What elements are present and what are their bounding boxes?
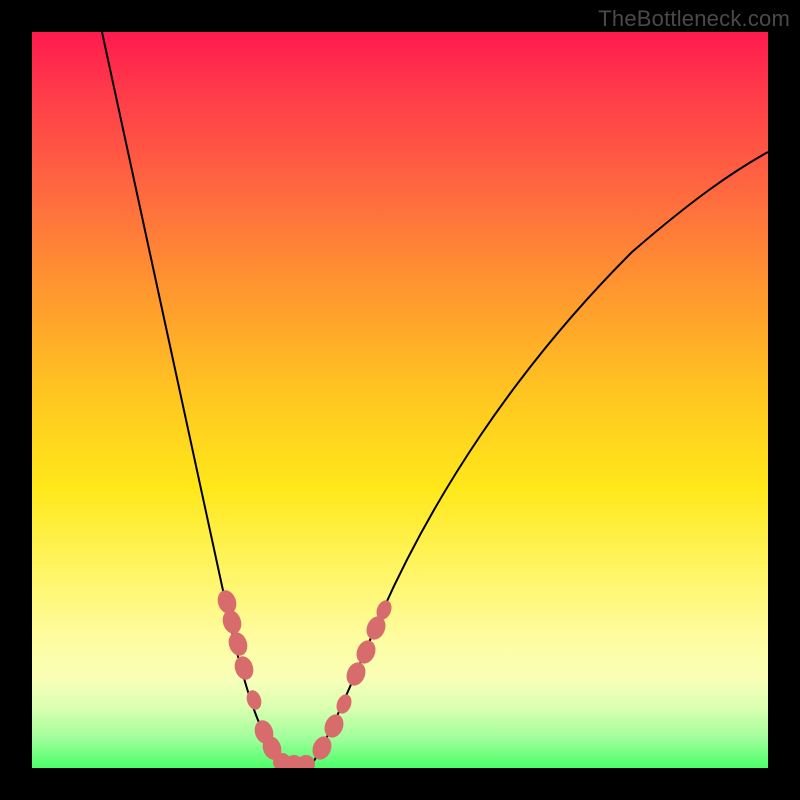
chart-frame: TheBottleneck.com (0, 0, 800, 800)
curve-layer (32, 32, 768, 768)
bead-left-2 (220, 608, 245, 636)
right-branch-curve (312, 152, 768, 764)
bead-bottom-3 (297, 755, 315, 768)
watermark-text: TheBottleneck.com (598, 6, 790, 32)
bead-right-3 (334, 692, 354, 716)
bead-right-2 (321, 712, 347, 741)
bead-left-3 (226, 630, 251, 658)
bead-right-5 (353, 638, 379, 667)
plot-area (32, 32, 768, 768)
bead-left-4 (232, 654, 257, 682)
bead-right-1 (309, 734, 335, 763)
bead-right-4 (343, 660, 369, 689)
left-branch-curve (102, 32, 284, 764)
